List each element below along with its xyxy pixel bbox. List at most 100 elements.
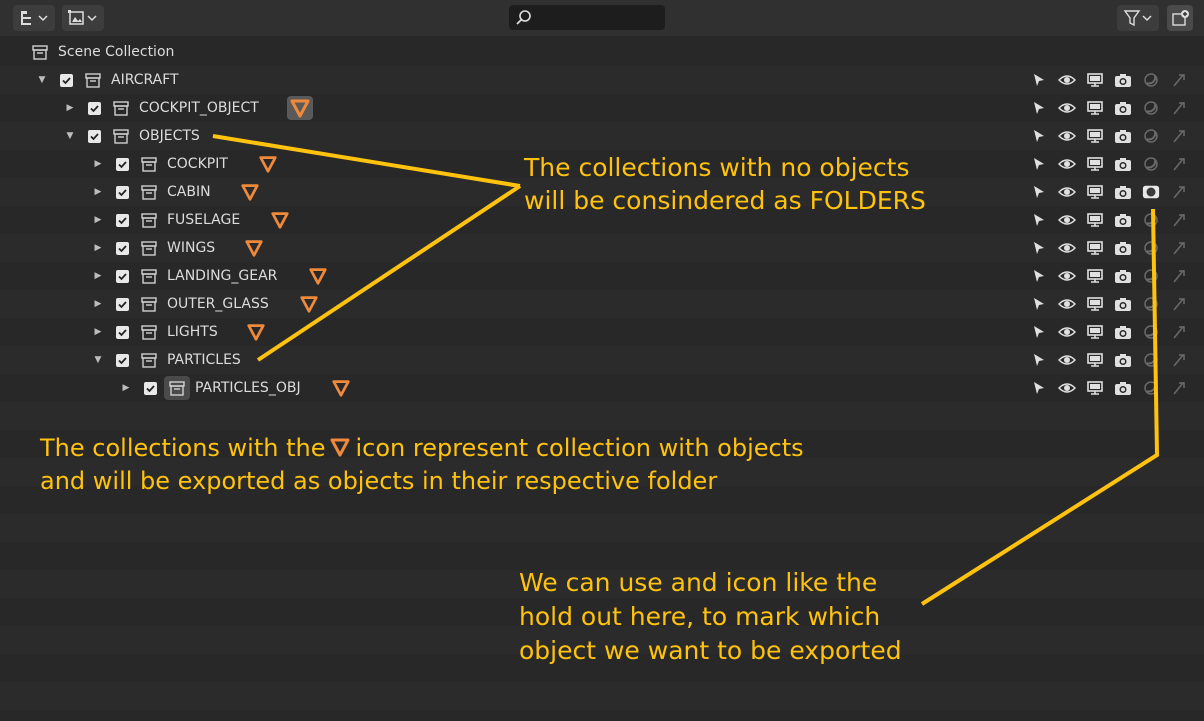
indirect-only-icon[interactable] [1170,324,1188,340]
expand-down-icon[interactable]: ▼ [92,355,104,365]
tree-node[interactable]: ▶ CABIN [92,178,211,206]
tree-node[interactable]: ▼ PARTICLES [92,346,241,374]
collection-label[interactable]: LIGHTS [167,324,218,340]
viewport-monitor-icon[interactable] [1086,212,1104,228]
collection-object-marker-icon[interactable] [244,238,264,258]
indirect-only-icon[interactable] [1170,72,1188,88]
collection-label[interactable]: PARTICLES [167,352,241,368]
collection-object-marker-icon[interactable] [331,378,351,398]
visibility-eye-icon[interactable] [1058,100,1076,116]
render-camera-icon[interactable] [1114,352,1132,368]
display-mode-dropdown[interactable] [13,5,55,31]
holdout-icon[interactable] [1142,324,1160,340]
selectable-toggle-icon[interactable] [1030,296,1048,312]
collection-label[interactable]: AIRCRAFT [111,72,179,88]
expand-right-icon[interactable]: ▶ [92,187,104,197]
filter-view-dropdown[interactable] [62,5,104,31]
render-camera-icon[interactable] [1114,100,1132,116]
expand-right-icon[interactable]: ▶ [92,215,104,225]
indirect-only-icon[interactable] [1170,296,1188,312]
indirect-only-icon[interactable] [1170,156,1188,172]
tree-node[interactable]: ▶ WINGS [92,234,216,262]
viewport-monitor-icon[interactable] [1086,380,1104,396]
visibility-eye-icon[interactable] [1058,156,1076,172]
viewport-monitor-icon[interactable] [1086,352,1104,368]
expand-down-icon[interactable]: ▼ [36,75,48,85]
collection-object-marker-icon[interactable] [270,210,290,230]
exclude-checkbox[interactable] [116,269,129,283]
collection-label[interactable]: COCKPIT_OBJECT [139,100,259,116]
indirect-only-icon[interactable] [1170,268,1188,284]
selectable-toggle-icon[interactable] [1030,324,1048,340]
exclude-checkbox[interactable] [116,185,129,199]
render-camera-icon[interactable] [1114,240,1132,256]
tree-node[interactable]: ▶ COCKPIT [92,150,228,178]
visibility-eye-icon[interactable] [1058,268,1076,284]
exclude-checkbox[interactable] [116,297,129,311]
holdout-icon[interactable] [1142,352,1160,368]
render-camera-icon[interactable] [1114,72,1132,88]
expand-right-icon[interactable]: ▶ [92,327,104,337]
selectable-toggle-icon[interactable] [1030,268,1048,284]
collection-label[interactable]: OBJECTS [139,128,200,144]
exclude-checkbox[interactable] [144,381,157,395]
expand-right-icon[interactable]: ▶ [120,383,132,393]
visibility-eye-icon[interactable] [1058,184,1076,200]
tree-node[interactable]: ▶ COCKPIT_OBJECT [64,94,259,122]
viewport-monitor-icon[interactable] [1086,100,1104,116]
exclude-checkbox[interactable] [116,353,129,367]
render-camera-icon[interactable] [1114,156,1132,172]
indirect-only-icon[interactable] [1170,128,1188,144]
collection-label[interactable]: COCKPIT [167,156,228,172]
viewport-monitor-icon[interactable] [1086,72,1104,88]
indirect-only-icon[interactable] [1170,100,1188,116]
visibility-eye-icon[interactable] [1058,72,1076,88]
holdout-icon[interactable] [1142,240,1160,256]
expand-right-icon[interactable]: ▶ [92,271,104,281]
indirect-only-icon[interactable] [1170,212,1188,228]
holdout-icon[interactable] [1142,296,1160,312]
collection-object-marker-icon[interactable] [287,96,313,120]
exclude-checkbox[interactable] [88,129,101,143]
viewport-monitor-icon[interactable] [1086,324,1104,340]
visibility-eye-icon[interactable] [1058,240,1076,256]
collection-label[interactable]: OUTER_GLASS [167,296,269,312]
exclude-checkbox[interactable] [88,101,101,115]
tree-node[interactable]: ▶ LANDING_GEAR [92,262,278,290]
expand-right-icon[interactable]: ▶ [64,103,76,113]
selectable-toggle-icon[interactable] [1030,100,1048,116]
selectable-toggle-icon[interactable] [1030,212,1048,228]
holdout-icon[interactable] [1142,156,1160,172]
visibility-eye-icon[interactable] [1058,212,1076,228]
visibility-eye-icon[interactable] [1058,128,1076,144]
selectable-toggle-icon[interactable] [1030,380,1048,396]
holdout-icon[interactable] [1142,380,1160,396]
search-input[interactable] [509,5,665,30]
visibility-eye-icon[interactable] [1058,324,1076,340]
selectable-toggle-icon[interactable] [1030,72,1048,88]
scene-collection-node[interactable]: Scene Collection [30,38,174,66]
viewport-monitor-icon[interactable] [1086,268,1104,284]
collection-object-marker-icon[interactable] [308,266,328,286]
render-camera-icon[interactable] [1114,324,1132,340]
selectable-toggle-icon[interactable] [1030,352,1048,368]
collection-object-marker-icon[interactable] [240,182,260,202]
holdout-icon[interactable] [1142,100,1160,116]
render-camera-icon[interactable] [1114,212,1132,228]
selectable-toggle-icon[interactable] [1030,240,1048,256]
render-camera-icon[interactable] [1114,184,1132,200]
exclude-checkbox[interactable] [116,213,129,227]
holdout-icon[interactable] [1142,72,1160,88]
expand-right-icon[interactable]: ▶ [92,299,104,309]
tree-node[interactable]: ▼ OBJECTS [64,122,200,150]
render-camera-icon[interactable] [1114,380,1132,396]
visibility-eye-icon[interactable] [1058,296,1076,312]
collection-label[interactable]: FUSELAGE [167,212,240,228]
viewport-monitor-icon[interactable] [1086,128,1104,144]
expand-right-icon[interactable]: ▶ [92,243,104,253]
render-camera-icon[interactable] [1114,296,1132,312]
holdout-icon[interactable] [1142,268,1160,284]
collection-label[interactable]: CABIN [167,184,211,200]
holdout-icon[interactable] [1142,184,1160,200]
render-camera-icon[interactable] [1114,268,1132,284]
